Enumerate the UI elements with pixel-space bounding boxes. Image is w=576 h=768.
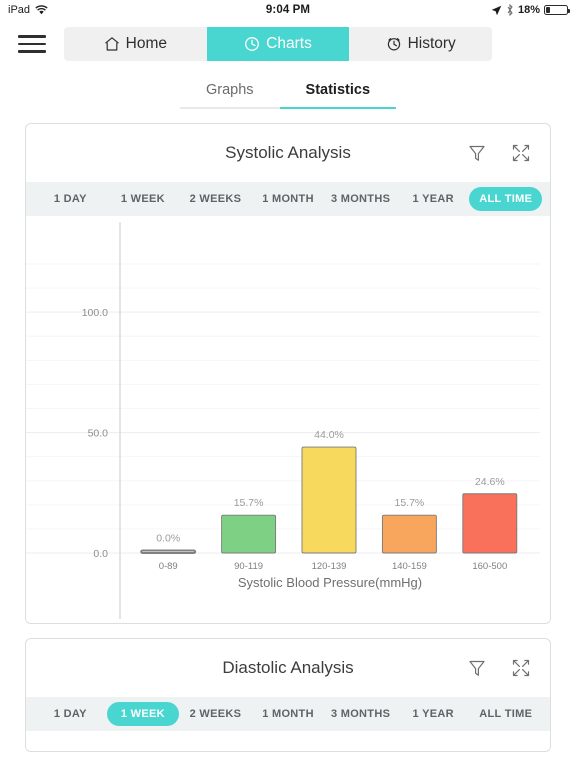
systolic-analysis-card: Systolic Analysis 1 DAY 1 WEEK 2 WEEKS 1…	[25, 123, 551, 624]
tab-statistics[interactable]: Statistics	[279, 76, 397, 109]
svg-text:100.0: 100.0	[82, 307, 108, 319]
card-header: Systolic Analysis	[26, 124, 550, 182]
main-tab-bar: Home Charts History	[64, 27, 492, 61]
location-arrow-icon	[491, 5, 502, 16]
svg-text:Systolic Blood Pressure(mmHg): Systolic Blood Pressure(mmHg)	[238, 575, 422, 590]
tab-home-label: Home	[125, 35, 168, 52]
svg-text:120-139: 120-139	[312, 561, 347, 572]
svg-text:140-159: 140-159	[392, 561, 427, 572]
range-selector-diastolic: 1 DAY 1 WEEK 2 WEEKS 1 MONTH 3 MONTHS 1 …	[26, 697, 550, 731]
status-right: 18%	[491, 4, 570, 16]
card-actions	[466, 142, 532, 164]
battery-icon	[544, 5, 570, 15]
diastolic-analysis-card: Diastolic Analysis 1 DAY 1 WEEK 2 WEEKS …	[25, 638, 551, 752]
svg-text:44.0%: 44.0%	[314, 429, 344, 441]
range-all-time[interactable]: ALL TIME	[469, 187, 543, 211]
status-clock: 9:04 PM	[265, 4, 311, 16]
range-1-week[interactable]: 1 WEEK	[106, 702, 180, 726]
svg-text:160-500: 160-500	[472, 561, 507, 572]
tab-charts[interactable]: Charts	[206, 27, 350, 61]
svg-text:90-119: 90-119	[234, 561, 263, 572]
range-2-weeks[interactable]: 2 WEEKS	[179, 702, 252, 726]
filter-funnel-icon[interactable]	[466, 142, 488, 164]
card-header: Diastolic Analysis	[26, 639, 550, 697]
alarm-clock-icon	[386, 36, 402, 52]
range-3-months[interactable]: 3 MONTHS	[324, 702, 397, 726]
range-2-weeks[interactable]: 2 WEEKS	[179, 187, 252, 211]
tab-graphs[interactable]: Graphs	[179, 76, 280, 109]
range-1-day[interactable]: 1 DAY	[34, 187, 107, 211]
clock-icon	[244, 36, 260, 52]
battery-percent-label: 18%	[517, 4, 540, 16]
bar-chart-svg: 0.0 50.0 100.0 0.0% 0-89 15.7% 90-119 44.0% 120-…	[26, 222, 540, 619]
range-1-month[interactable]: 1 MONTH	[252, 702, 325, 726]
ios-status-bar: iPad 9:04 PM 18%	[0, 0, 576, 20]
range-1-year[interactable]: 1 YEAR	[397, 702, 470, 726]
top-navigation-bar: Home Charts History	[0, 20, 576, 68]
systolic-bar-chart: 0.0 50.0 100.0 0.0% 0-89 15.7% 90-119 44.0% 120-…	[26, 216, 550, 623]
range-1-day[interactable]: 1 DAY	[34, 702, 107, 726]
home-icon	[104, 36, 120, 52]
svg-text:0.0: 0.0	[93, 548, 108, 560]
range-3-months[interactable]: 3 MONTHS	[324, 187, 397, 211]
expand-fullscreen-icon[interactable]	[510, 657, 532, 679]
range-1-month[interactable]: 1 MONTH	[252, 187, 325, 211]
bluetooth-icon	[506, 4, 514, 16]
svg-text:15.7%: 15.7%	[395, 497, 425, 509]
range-all-time[interactable]: ALL TIME	[469, 702, 542, 726]
hamburger-menu-icon[interactable]	[18, 30, 46, 57]
range-1-week[interactable]: 1 WEEK	[107, 187, 180, 211]
expand-fullscreen-icon[interactable]	[510, 142, 532, 164]
svg-text:0.0%: 0.0%	[156, 533, 180, 545]
svg-text:0-89: 0-89	[159, 561, 178, 572]
tab-charts-label: Charts	[266, 35, 312, 52]
range-selector-systolic: 1 DAY 1 WEEK 2 WEEKS 1 MONTH 3 MONTHS 1 …	[26, 182, 550, 216]
svg-text:15.7%: 15.7%	[234, 497, 264, 509]
svg-text:24.6%: 24.6%	[475, 476, 505, 488]
range-1-year[interactable]: 1 YEAR	[397, 187, 470, 211]
diastolic-bar-chart	[26, 731, 550, 751]
tab-home[interactable]: Home	[64, 27, 207, 61]
tab-history-label: History	[407, 35, 456, 52]
card-actions	[466, 657, 532, 679]
svg-text:50.0: 50.0	[88, 428, 109, 440]
tab-history[interactable]: History	[349, 27, 492, 61]
filter-funnel-icon[interactable]	[466, 657, 488, 679]
sub-tab-bar: Graphs Statistics	[0, 76, 576, 109]
cards-container: Systolic Analysis 1 DAY 1 WEEK 2 WEEKS 1…	[0, 109, 576, 752]
